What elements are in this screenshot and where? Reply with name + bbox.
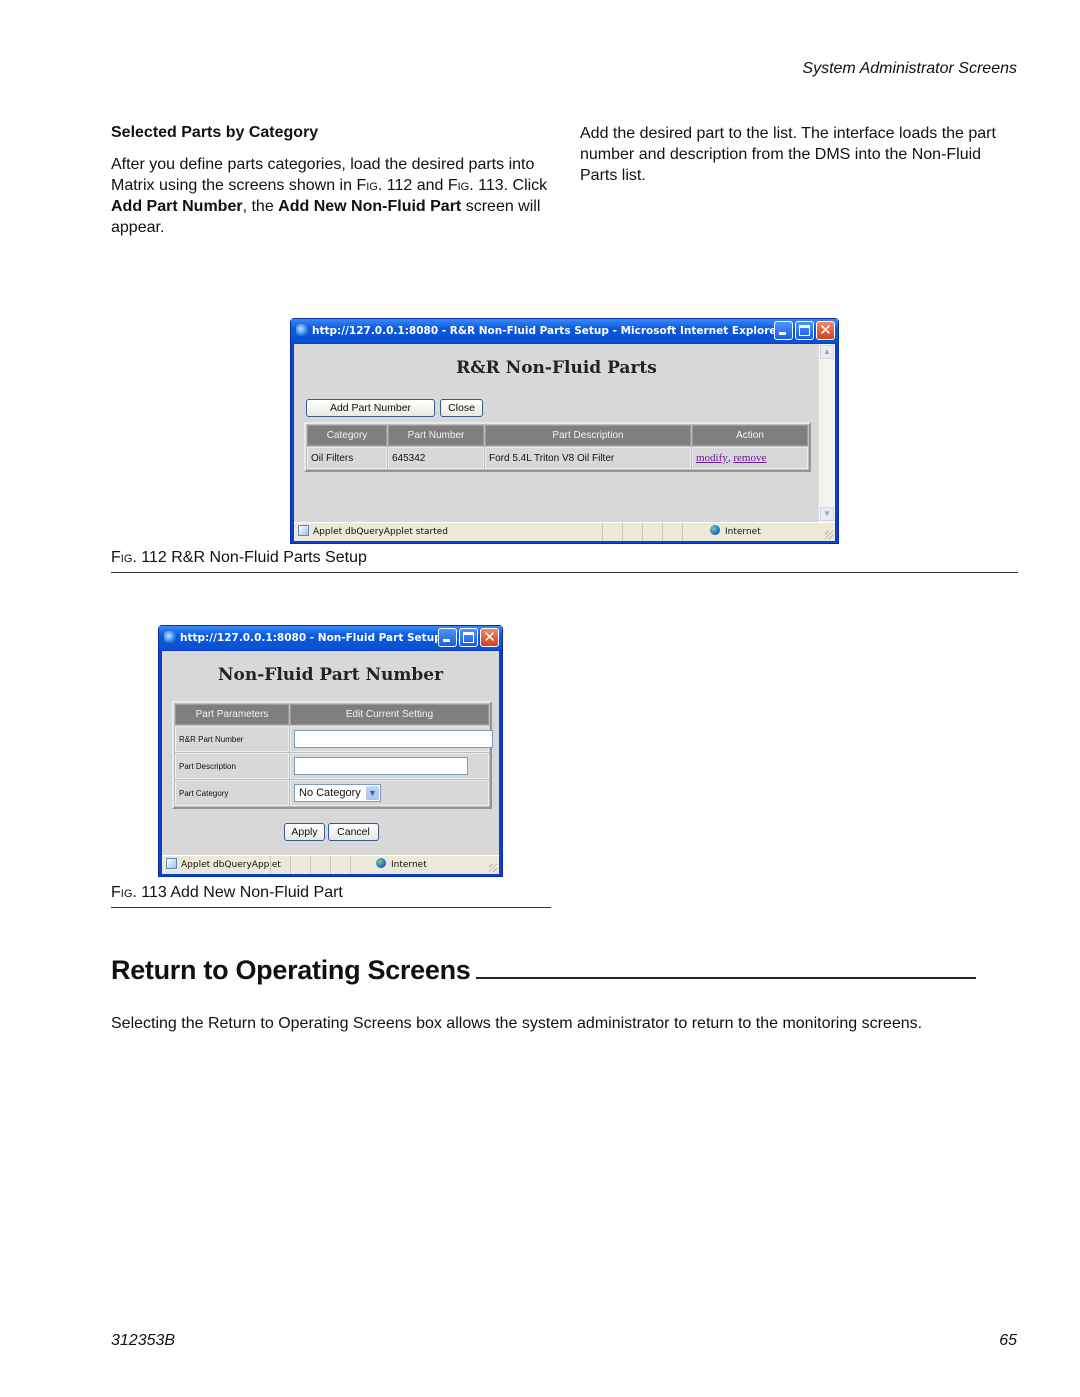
cancel-button[interactable]: Cancel xyxy=(328,823,379,841)
column-header-part-description: Part Description xyxy=(485,425,691,446)
fig113-status-text: Applet dbQueryApplet xyxy=(181,860,281,870)
table-row: Oil Filters 645342 Ford 5.4L Triton V8 O… xyxy=(307,447,808,469)
maximize-button[interactable] xyxy=(459,628,478,647)
close-icon: ✕ xyxy=(819,321,832,339)
column-header-edit-current-setting: Edit Current Setting xyxy=(290,704,489,725)
return-section-body: Selecting the Return to Operating Screen… xyxy=(111,1015,923,1032)
fig113-page-heading: Non-Fluid Part Number xyxy=(217,665,444,685)
scroll-down-icon[interactable]: ▼ xyxy=(820,507,834,521)
fig112-caption: Fig. 112 R&R Non-Fluid Parts Setup xyxy=(111,549,367,566)
globe-icon xyxy=(710,525,720,535)
fig112-status-bar: Applet dbQueryApplet started Internet xyxy=(294,522,835,541)
cell-part-description: Ford 5.4L Triton V8 Oil Filter xyxy=(485,447,691,469)
page-icon xyxy=(298,525,309,536)
parts-table-header: Category Part Number Part Description Ac… xyxy=(307,425,808,446)
close-icon: ✕ xyxy=(483,628,496,646)
fig112-browser-window: http://127.0.0.1:8080 - R&R Non-Fluid Pa… xyxy=(290,318,839,544)
heading-rule xyxy=(476,955,977,979)
fig112-page-heading: R&R Non-Fluid Parts xyxy=(456,358,657,378)
doc-number: 312353B xyxy=(111,1332,176,1349)
fig112-page: R&R Non-Fluid Parts Add Part Number Clos… xyxy=(294,344,835,522)
fig113-zone-label: Internet xyxy=(391,860,427,870)
return-section-heading: Return to Operating Screens xyxy=(111,955,977,986)
minimize-button[interactable] xyxy=(438,628,457,647)
rr-part-number-input[interactable] xyxy=(294,730,493,748)
fig113-caption: Fig. 113 Add New Non-Fluid Part xyxy=(111,884,343,901)
fig112-zone-label: Internet xyxy=(725,527,761,537)
fig113-rule xyxy=(111,907,551,908)
minimize-icon xyxy=(779,332,786,335)
cell-part-number: 645342 xyxy=(388,447,484,469)
chevron-down-icon: ▼ xyxy=(366,786,379,800)
part-parameters-table: Part Parameters Edit Current Setting R&R… xyxy=(172,701,493,809)
label-rr-part-number: R&R Part Number xyxy=(175,726,289,752)
column-header-action: Action xyxy=(692,425,808,446)
fig112-window-title: http://127.0.0.1:8080 - R&R Non-Fluid Pa… xyxy=(312,325,782,337)
add-part-number-button[interactable]: Add Part Number xyxy=(306,399,435,417)
fig112-rule xyxy=(111,572,1018,573)
table-row: Part Category No Category ▼ xyxy=(175,780,489,806)
table-row: Part Description xyxy=(175,753,489,779)
vertical-scrollbar[interactable]: ▲ ▼ xyxy=(818,344,835,522)
column-header-category: Category xyxy=(307,425,387,446)
running-head: System Administrator Screens xyxy=(802,60,1017,77)
close-window-button[interactable]: ✕ xyxy=(816,321,835,340)
close-window-button[interactable]: ✕ xyxy=(480,628,499,647)
add-part-paragraph: Add the desired part to the list. The in… xyxy=(580,125,996,184)
parts-table: Category Part Number Part Description Ac… xyxy=(304,422,811,472)
section-title: Selected Parts by Category xyxy=(111,124,319,141)
fig113-status-bar: Applet dbQueryApplet Internet xyxy=(162,855,499,874)
ie-icon xyxy=(164,631,176,643)
table-row: R&R Part Number xyxy=(175,726,493,752)
globe-icon xyxy=(376,858,386,868)
resize-grip-icon[interactable] xyxy=(489,864,497,872)
intro-paragraph: After you define parts categories, load … xyxy=(111,156,548,236)
fig113-window-title: http://127.0.0.1:8080 - Non-Fluid Part S… xyxy=(180,632,462,644)
scroll-up-icon[interactable]: ▲ xyxy=(820,345,834,359)
ie-icon xyxy=(296,324,308,336)
part-description-input[interactable] xyxy=(294,757,468,775)
label-part-category: Part Category xyxy=(175,780,289,806)
fig112-title-bar: http://127.0.0.1:8080 - R&R Non-Fluid Pa… xyxy=(291,319,838,343)
page-number: 65 xyxy=(999,1332,1017,1349)
page-icon xyxy=(166,858,177,869)
close-button[interactable]: Close xyxy=(440,399,483,417)
minimize-icon xyxy=(443,639,450,642)
fig112-status-text: Applet dbQueryApplet started xyxy=(313,527,449,537)
modify-link[interactable]: modify xyxy=(696,452,728,464)
apply-button[interactable]: Apply xyxy=(284,823,325,841)
minimize-button[interactable] xyxy=(774,321,793,340)
maximize-icon xyxy=(799,325,810,336)
cell-action: modify, remove xyxy=(692,447,808,469)
fig113-browser-window: http://127.0.0.1:8080 - Non-Fluid Part S… xyxy=(158,625,503,877)
fig113-page: Non-Fluid Part Number Part Parameters Ed… xyxy=(162,651,499,855)
remove-link[interactable]: remove xyxy=(733,452,766,464)
label-part-description: Part Description xyxy=(175,753,289,779)
part-category-select[interactable]: No Category ▼ xyxy=(294,784,381,802)
column-header-part-parameters: Part Parameters xyxy=(175,704,289,725)
maximize-icon xyxy=(463,632,474,643)
maximize-button[interactable] xyxy=(795,321,814,340)
resize-grip-icon[interactable] xyxy=(825,531,833,539)
column-header-part-number: Part Number xyxy=(388,425,484,446)
cell-category: Oil Filters xyxy=(307,447,387,469)
